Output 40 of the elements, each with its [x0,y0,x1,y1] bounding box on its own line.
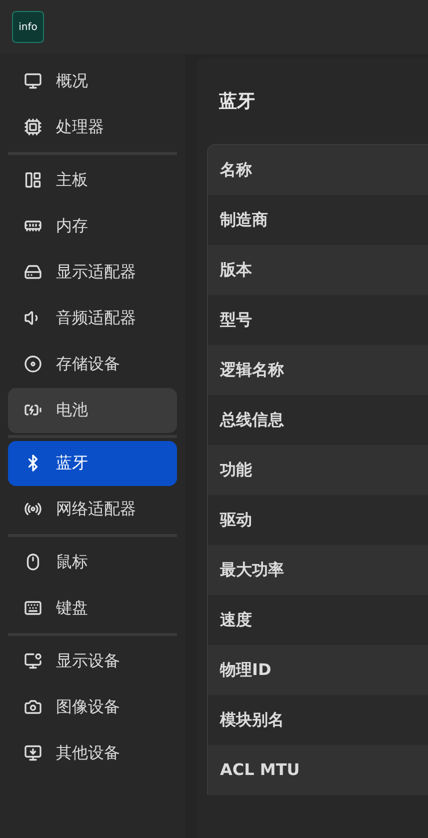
sidebar-item[interactable]: 鼠标 [8,540,177,584]
row-label: ACL MTU [220,759,300,781]
row-label: 驱动 [220,509,252,531]
camera-icon [24,698,42,716]
app-logo: info [12,11,44,43]
sidebar-item[interactable]: 蓝牙 [8,440,177,486]
row-label: 制造商 [220,209,268,231]
sidebar-item[interactable]: 图像设备 [8,684,177,730]
sidebar-item[interactable]: 键盘 [8,586,177,630]
row-label: 最大功率 [220,559,284,581]
sidebar-item[interactable]: 显示设备 [8,638,177,684]
mouse-icon [24,553,42,571]
sidebar-item[interactable]: 其他设备 [8,730,177,776]
chip-icon [24,118,42,136]
signal-icon [24,500,42,518]
row-label: 模块别名 [220,709,284,731]
sidebar-item[interactable]: 处理器 [8,104,177,150]
row-label: 版本 [220,259,252,281]
board-icon [24,171,42,189]
row-label: 逻辑名称 [220,359,284,381]
sidebar-item[interactable]: 内存 [8,204,177,248]
row-label: 速度 [220,609,252,631]
sidebar-item[interactable]: 存储设备 [8,342,177,386]
monitor-icon [24,652,42,670]
computer-icon [24,72,42,90]
row-label: 物理ID [220,659,272,681]
keyboard-icon [24,599,42,617]
sidebar-item[interactable]: 主板 [8,158,177,202]
disk-icon [24,355,42,373]
download-monitor-icon [24,744,42,762]
row-label: 型号 [220,309,252,331]
row-label: 总线信息 [220,409,284,431]
sidebar-item[interactable]: 音频适配器 [8,296,177,340]
sidebar-item[interactable]: 电池 [8,388,177,432]
row-label: 名称 [220,159,252,181]
section-title: 蓝牙 [218,90,256,114]
sidebar-item[interactable]: 显示适配器 [8,250,177,294]
sidebar-item[interactable]: 网络适配器 [8,486,177,532]
sidebar-item[interactable]: 概况 [8,58,177,104]
row-label: 功能 [220,459,252,481]
